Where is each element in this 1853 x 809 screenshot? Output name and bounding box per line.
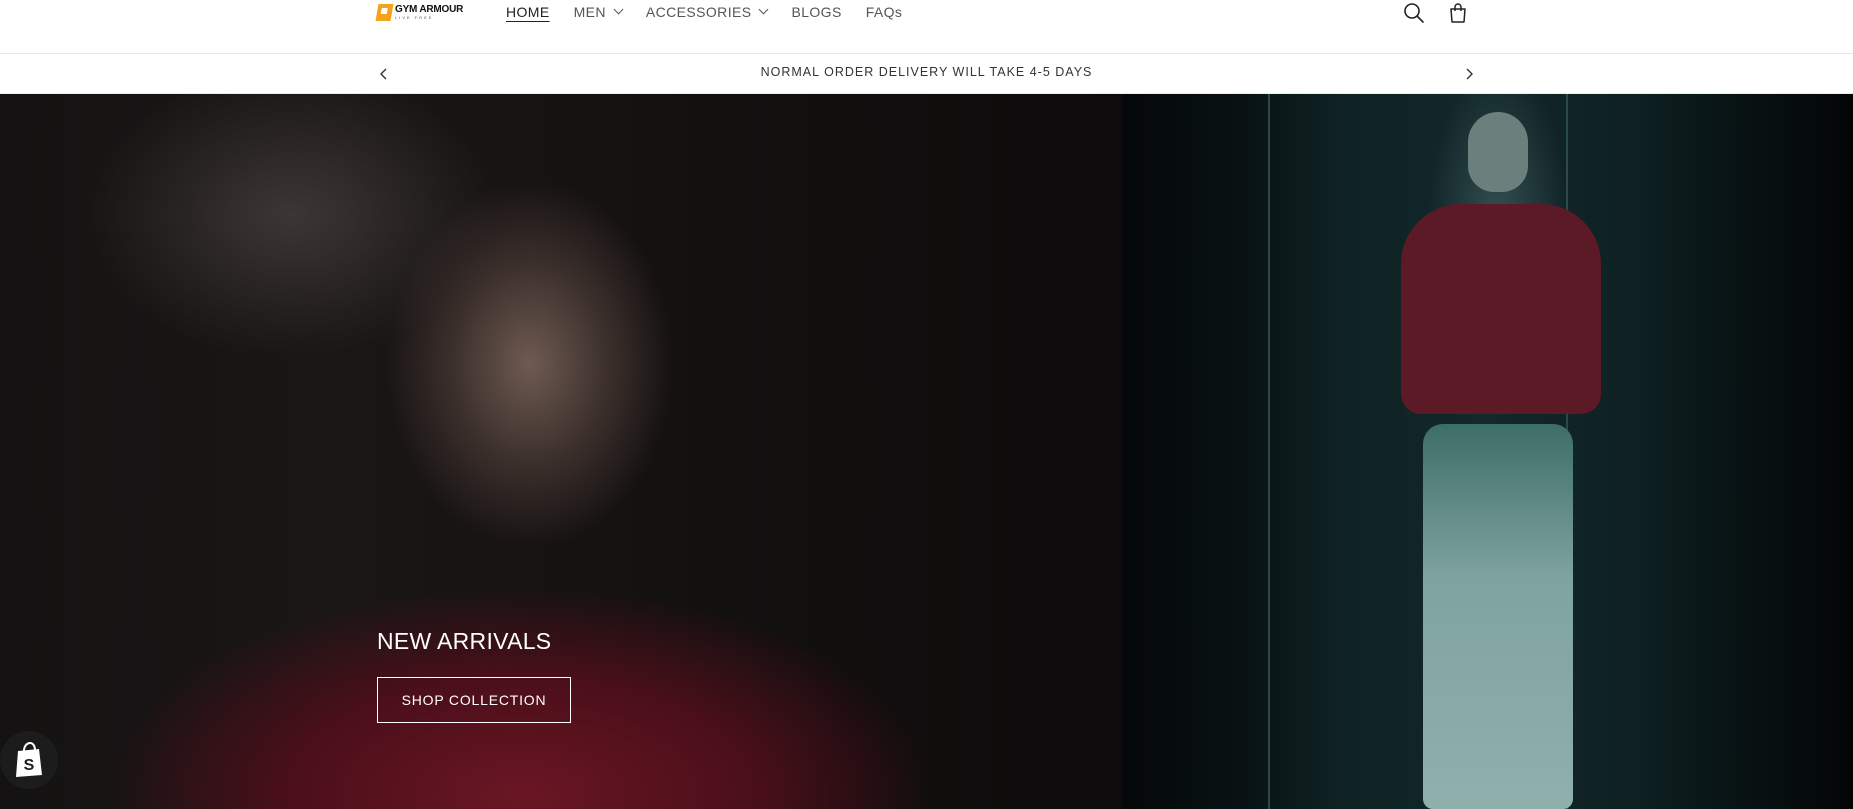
shopify-chat-button[interactable]: S bbox=[0, 731, 58, 789]
chevron-down-icon bbox=[613, 4, 624, 15]
model-figure-torso bbox=[1401, 204, 1601, 414]
nav-item-men[interactable]: MEN bbox=[573, 4, 624, 20]
search-icon bbox=[1404, 3, 1424, 23]
brand-logo[interactable]: GYM ARMOUR LIVE FREE bbox=[375, 2, 464, 22]
announcement-next-button[interactable] bbox=[1462, 67, 1476, 81]
nav-item-label: ACCESSORIES bbox=[645, 4, 752, 20]
logo-mark-icon bbox=[375, 3, 394, 21]
search-button[interactable] bbox=[1400, 0, 1428, 26]
nav-item-label: HOME bbox=[506, 4, 550, 20]
hero-banner: NEW ARRIVALS SHOP COLLECTION bbox=[0, 94, 1853, 809]
nav-item-home[interactable]: HOME bbox=[506, 4, 550, 20]
svg-text:S: S bbox=[24, 757, 35, 774]
shopify-bag-icon: S bbox=[16, 741, 42, 777]
cart-icon bbox=[1450, 3, 1466, 23]
logo-name: GYM ARMOUR bbox=[395, 3, 464, 15]
nav-item-label: BLOGS bbox=[791, 4, 842, 20]
hero-title: NEW ARRIVALS bbox=[377, 628, 552, 654]
nav-item-label: MEN bbox=[573, 4, 606, 20]
announcement-bar: NORMAL ORDER DELIVERY WILL TAKE 4-5 DAYS bbox=[0, 55, 1853, 94]
shop-collection-button[interactable]: SHOP COLLECTION bbox=[377, 677, 571, 723]
chevron-down-icon bbox=[759, 4, 769, 15]
nav-item-accessories[interactable]: ACCESSORIES bbox=[645, 4, 769, 20]
site-header: GYM ARMOUR LIVE FREE HOME MEN ACCESSORIE… bbox=[0, 0, 1853, 54]
model-figure-head bbox=[1468, 112, 1528, 192]
chevron-right-icon bbox=[1466, 68, 1473, 80]
nav-item-label: FAQs bbox=[865, 4, 903, 20]
nav-item-blogs[interactable]: BLOGS bbox=[791, 4, 841, 20]
cart-button[interactable] bbox=[1444, 0, 1472, 26]
announcement-text: NORMAL ORDER DELIVERY WILL TAKE 4-5 DAYS bbox=[760, 65, 1093, 79]
model-figure-legs bbox=[1423, 424, 1573, 809]
nav-item-faqs[interactable]: FAQs bbox=[866, 4, 903, 20]
main-nav: HOME MEN ACCESSORIES BLOGS FAQs bbox=[506, 4, 926, 20]
hero-image-right bbox=[1123, 94, 1853, 809]
logo-tagline: LIVE FREE bbox=[395, 14, 434, 20]
